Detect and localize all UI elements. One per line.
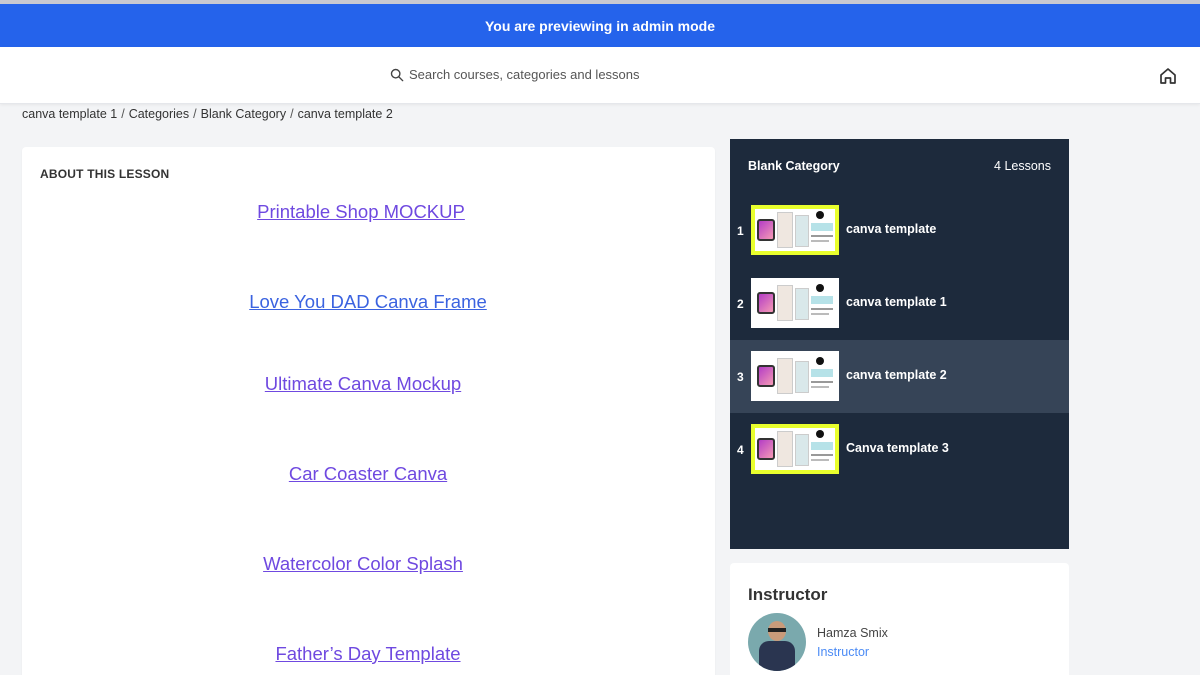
- lesson-thumbnail: [751, 351, 839, 401]
- lesson-number: 1: [737, 224, 744, 238]
- lesson-link[interactable]: Printable Shop MOCKUP: [257, 201, 465, 223]
- instructor-name[interactable]: Hamza Smix: [817, 626, 888, 640]
- lesson-content-card: ABOUT THIS LESSON Printable Shop MOCKUP …: [22, 147, 715, 675]
- avatar[interactable]: [748, 613, 806, 671]
- lesson-title: canva template: [846, 222, 937, 236]
- breadcrumb-separator: /: [193, 107, 197, 121]
- lesson-number: 2: [737, 297, 744, 311]
- breadcrumb-separator: /: [121, 107, 125, 121]
- search-placeholder[interactable]: Search courses, categories and lessons: [409, 67, 640, 82]
- category-lessons-panel: Blank Category 4 Lessons 1 canva templat…: [730, 139, 1069, 549]
- instructor-heading: Instructor: [748, 585, 828, 604]
- lesson-link[interactable]: Ultimate Canva Mockup: [265, 373, 461, 395]
- lesson-list-item[interactable]: 4 Canva template 3: [730, 413, 1069, 486]
- lesson-list-item[interactable]: 2 canva template 1: [730, 267, 1069, 340]
- lesson-title: Canva template 3: [846, 441, 949, 455]
- admin-preview-banner: You are previewing in admin mode: [0, 4, 1200, 47]
- breadcrumb: canva template 1 / Categories / Blank Ca…: [22, 107, 393, 121]
- lesson-number: 4: [737, 443, 744, 457]
- lesson-link[interactable]: Car Coaster Canva: [289, 463, 447, 485]
- lesson-number: 3: [737, 370, 744, 384]
- lesson-title: canva template 2: [846, 368, 947, 382]
- lesson-thumbnail: [751, 424, 839, 474]
- about-lesson-heading: ABOUT THIS LESSON: [40, 167, 170, 181]
- lesson-thumbnail: [751, 205, 839, 255]
- breadcrumb-separator: /: [290, 107, 294, 121]
- instructor-card: Instructor Hamza Smix Instructor: [730, 563, 1069, 675]
- search-icon: [390, 68, 404, 81]
- lesson-link[interactable]: Watercolor Color Splash: [263, 553, 463, 575]
- lesson-list-item[interactable]: 1 canva template: [730, 194, 1069, 267]
- breadcrumb-item[interactable]: Categories: [129, 107, 189, 121]
- lesson-link[interactable]: Father’s Day Template: [275, 643, 460, 665]
- top-header: Search courses, categories and lessons: [0, 47, 1200, 104]
- home-icon[interactable]: [1158, 66, 1178, 86]
- category-title: Blank Category: [748, 159, 840, 173]
- admin-banner-text: You are previewing in admin mode: [484, 17, 715, 34]
- search-bar[interactable]: Search courses, categories and lessons: [390, 67, 640, 82]
- breadcrumb-item[interactable]: Blank Category: [201, 107, 286, 121]
- lesson-count: 4 Lessons: [994, 159, 1051, 173]
- instructor-role: Instructor: [817, 645, 870, 659]
- lesson-link[interactable]: Love You DAD Canva Frame: [249, 291, 487, 313]
- lesson-title: canva template 1: [846, 295, 947, 309]
- lesson-thumbnail: [751, 278, 839, 328]
- lesson-list-item-active[interactable]: 3 canva template 2: [730, 340, 1069, 413]
- breadcrumb-item[interactable]: canva template 1: [22, 107, 117, 121]
- breadcrumb-current: canva template 2: [297, 107, 393, 121]
